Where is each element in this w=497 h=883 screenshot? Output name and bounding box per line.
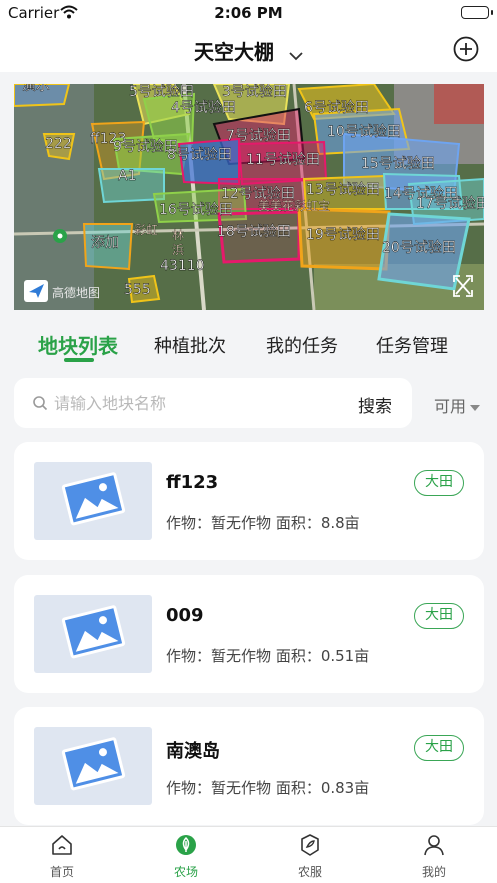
map-plot-label: 20号试验田 — [382, 240, 456, 256]
tabbar-profile[interactable]: 我的 — [372, 827, 496, 883]
tab-plot-list[interactable]: 地块列表 — [38, 330, 118, 359]
map-plot-label: 19号试验田 — [306, 227, 380, 243]
crop-label: 作物： — [166, 514, 212, 532]
segment-tabs: 地块列表 种植批次 我的任务 任务管理 — [0, 322, 497, 366]
area-label: 面积： — [275, 514, 321, 532]
map-plot-label: 18号试验田 — [217, 224, 291, 240]
search-icon — [32, 395, 48, 415]
image-placeholder-icon — [34, 727, 152, 805]
person-icon — [424, 835, 444, 856]
area-value: 0.83亩 — [320, 779, 370, 797]
plot-card[interactable]: 南澳岛 作物：暂无作物 面积：0.83亩 大田 — [14, 707, 484, 825]
crop-value: 暂无作物 — [211, 779, 272, 797]
map-plot-label: 3号试验田 — [222, 84, 287, 100]
crop-label: 作物： — [166, 647, 212, 665]
bottom-tab-bar: 首页 农场 农服 我的 — [0, 826, 497, 883]
plot-card[interactable]: ff123 作物：暂无作物 面积：8.8亩 大田 — [14, 442, 484, 560]
plus-circle-icon[interactable] — [453, 36, 479, 62]
navigation-arrow-icon — [24, 280, 48, 302]
map-plot-label: 11号试验田 — [246, 152, 320, 168]
map-plot-label: 15号试验田 — [361, 156, 435, 172]
plot-name: 009 — [166, 605, 204, 626]
crop-value: 暂无作物 — [211, 514, 272, 532]
plot-card[interactable]: 009 作物：暂无作物 面积：0.51亩 大田 — [14, 575, 484, 693]
map-plot-label: 222 — [45, 136, 72, 152]
battery-icon — [461, 6, 493, 19]
farm-map[interactable]: 5号试验田 3号试验田 4号试验田 6号试验田 7号试验田 10号试验田 ff1… — [14, 84, 484, 310]
chevron-down-icon — [289, 42, 303, 66]
area-value: 0.51亩 — [320, 647, 370, 665]
map-plot-label: 4号试验田 — [171, 100, 236, 116]
caret-down-icon — [470, 404, 481, 411]
map-plot-label: 555 — [124, 282, 151, 298]
tabbar-label: 我的 — [421, 865, 446, 879]
tabbar-label: 农服 — [297, 865, 322, 879]
tab-task-management[interactable]: 任务管理 — [376, 332, 448, 358]
clock: 2:06 PM — [214, 4, 283, 22]
search-input[interactable] — [54, 390, 344, 416]
map-plot-label: 16号试验田 — [159, 202, 233, 218]
tabbar-home[interactable]: 首页 — [0, 827, 124, 883]
plot-meta: 作物：暂无作物 面积：0.51亩 — [166, 645, 369, 666]
active-tab-indicator — [64, 358, 94, 362]
map-plot-label: A1 — [118, 168, 136, 184]
map-plot-label: 添加 — [91, 235, 119, 251]
status-bar: Carrier 2:06 PM — [0, 0, 497, 26]
map-plot-label: 7号试验田 — [226, 128, 291, 144]
filter-label: 可用 — [434, 397, 467, 416]
plot-type-badge: 大田 — [414, 603, 464, 629]
tabbar-label: 农场 — [173, 865, 198, 879]
plot-type-badge: 大田 — [414, 470, 464, 496]
farm-title: 天空大棚 — [194, 40, 275, 64]
nav-bar: 天空大棚 — [0, 26, 497, 72]
plot-type-badge: 大田 — [414, 735, 464, 761]
plot-name: 南澳岛 — [166, 741, 220, 762]
area-label: 面积： — [275, 779, 321, 797]
map-place-label: 林 — [172, 228, 184, 242]
plot-meta: 作物：暂无作物 面积：0.83亩 — [166, 777, 369, 798]
map-plot-label: 8号试验田 — [167, 147, 232, 163]
service-shield-icon — [301, 834, 319, 856]
area-label: 面积： — [275, 647, 321, 665]
crop-label: 作物： — [166, 779, 212, 797]
search-bar: 搜索 — [14, 378, 412, 428]
map-place-label: 彩虹 — [134, 223, 158, 237]
tabbar-services[interactable]: 农服 — [248, 827, 372, 883]
map-watermark: 高德地图 — [52, 285, 100, 300]
farm-selector[interactable]: 天空大棚 — [0, 36, 497, 66]
map-place-label: 浜 — [172, 243, 184, 257]
map-plot-label: 13号试验田 — [306, 182, 380, 198]
tabbar-farm[interactable]: 农场 — [124, 827, 248, 883]
search-button[interactable]: 搜索 — [358, 392, 392, 417]
tab-planting-batches[interactable]: 种植批次 — [154, 332, 226, 358]
map-plot-label: 17号试验田 — [416, 196, 484, 212]
image-placeholder-icon — [34, 462, 152, 540]
tabbar-label: 首页 — [49, 865, 74, 879]
map-plot-label: 5号试验田 — [129, 84, 194, 100]
map-plot-label: 演示 — [22, 84, 50, 94]
image-placeholder-icon — [34, 595, 152, 673]
map-plot-label: 10号试验田 — [327, 124, 401, 140]
area-value: 8.8亩 — [320, 514, 360, 532]
map-plot-label: 6号试验田 — [304, 100, 369, 116]
map-plot-label: 43110 — [160, 258, 205, 274]
plot-meta: 作物：暂无作物 面积：8.8亩 — [166, 512, 360, 533]
home-icon — [52, 835, 72, 855]
crop-value: 暂无作物 — [211, 647, 272, 665]
plot-name: ff123 — [166, 472, 219, 493]
tab-my-tasks[interactable]: 我的任务 — [266, 332, 338, 358]
map-pin-icon — [53, 229, 67, 243]
leaf-icon — [176, 835, 196, 855]
availability-filter[interactable]: 可用 — [434, 393, 481, 417]
map-place-label: 美美花彩虹宝 — [258, 198, 330, 213]
